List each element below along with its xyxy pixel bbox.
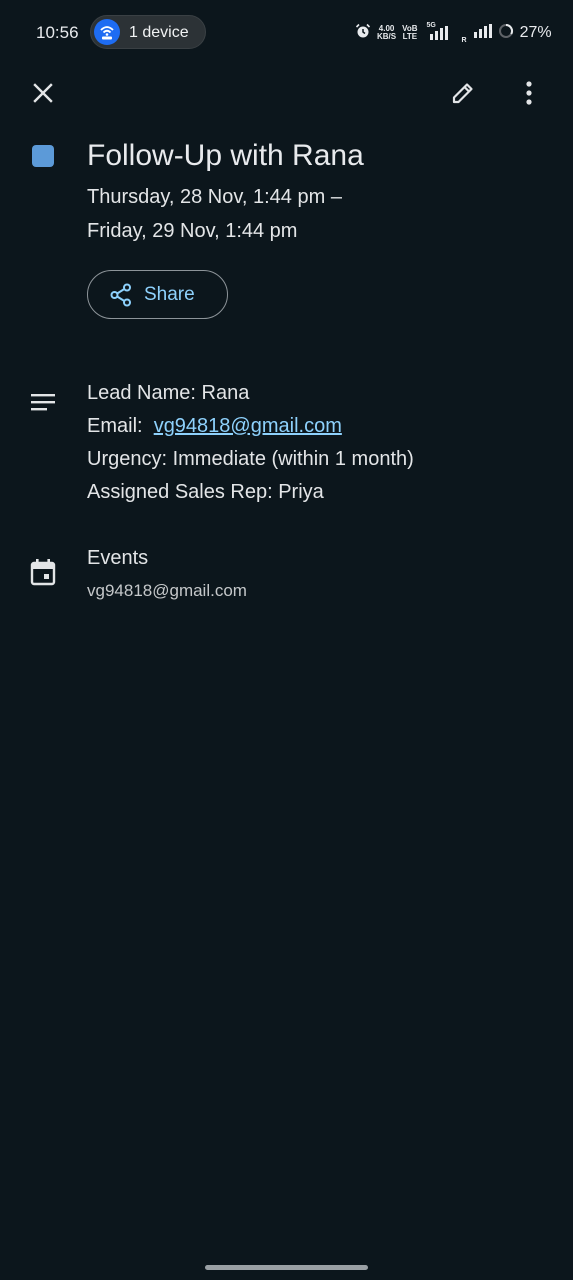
volte-bottom: LTE	[402, 32, 418, 41]
alarm-icon	[355, 23, 371, 44]
signal-icon	[473, 23, 492, 43]
close-icon	[32, 82, 54, 109]
status-icons: 4.00 KB/S VoB LTE 5G R 27%	[355, 22, 552, 44]
urgency-line: Urgency: Immediate (within 1 month)	[87, 448, 414, 470]
share-label: Share	[144, 284, 195, 305]
volte-indicator: VoB LTE	[402, 25, 417, 41]
status-time: 10:56	[36, 23, 79, 42]
share-button[interactable]: Share	[87, 270, 228, 319]
email-line: Email: vg94818@gmail.com	[87, 413, 342, 439]
net-speed: 4.00 KB/S	[377, 25, 396, 41]
more-vert-icon	[525, 80, 533, 110]
close-button[interactable]	[26, 78, 60, 112]
net-speed-unit: KB/S	[377, 32, 397, 41]
lead-name-line: Lead Name: Rana	[87, 382, 250, 404]
battery-icon	[498, 23, 514, 44]
roaming-indicator: R	[461, 37, 467, 44]
battery-percent: 27%	[519, 24, 552, 41]
hotspot-chip[interactable]: 1 device	[90, 15, 206, 49]
edit-icon	[450, 80, 476, 111]
share-icon	[110, 283, 132, 312]
event-title: Follow-Up with Rana	[87, 139, 364, 172]
sales-rep-line: Assigned Sales Rep: Priya	[87, 481, 324, 503]
edit-button[interactable]	[446, 78, 480, 112]
email-link[interactable]: vg94818@gmail.com	[154, 415, 342, 437]
signal-icon: 5G	[427, 22, 452, 40]
event-start-date: Thursday, 28 Nov, 1:44 pm –	[87, 186, 342, 208]
more-options-button[interactable]	[512, 78, 546, 112]
event-end-date: Friday, 29 Nov, 1:44 pm	[87, 220, 298, 242]
calendar-name: Events	[87, 547, 149, 569]
event-color-indicator	[32, 145, 54, 167]
calendar-icon	[30, 558, 56, 591]
email-label: Email:	[87, 415, 154, 437]
description-icon	[30, 393, 56, 418]
calendar-account: vg94818@gmail.com	[87, 581, 247, 600]
hotspot-icon	[94, 19, 120, 45]
home-indicator[interactable]	[205, 1265, 368, 1270]
hotspot-label: 1 device	[129, 24, 189, 41]
